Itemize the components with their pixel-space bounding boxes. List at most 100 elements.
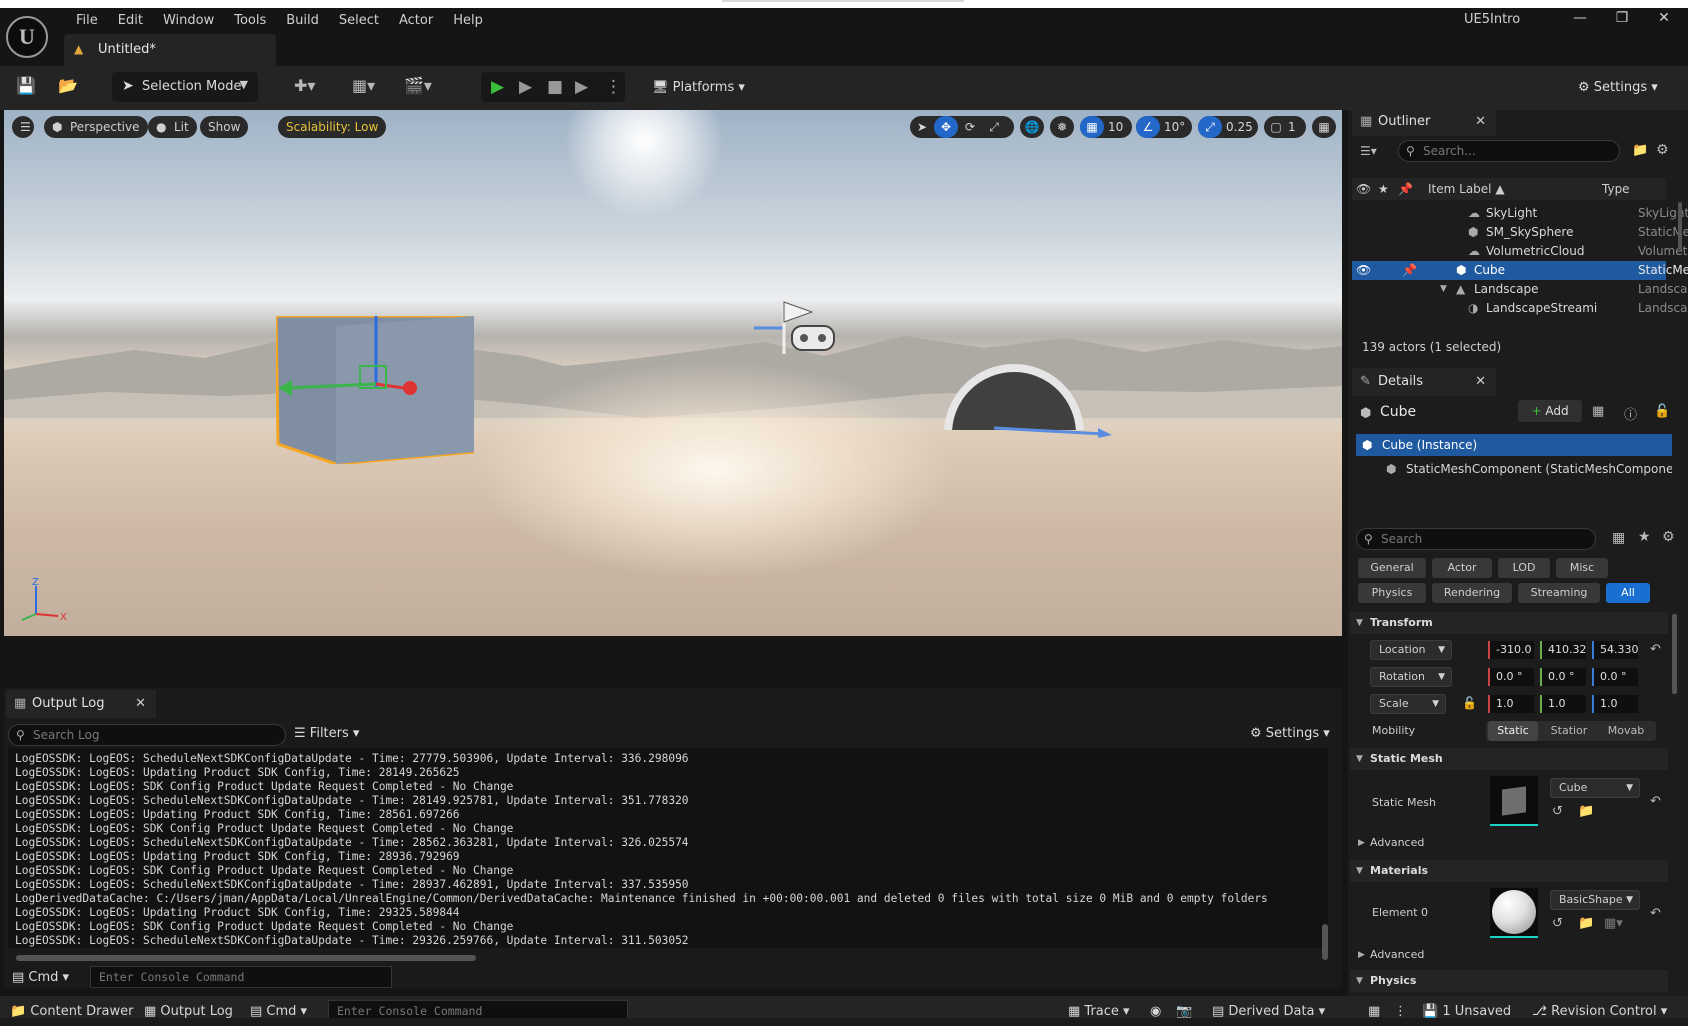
location-x-field[interactable]: -310.0 [1488,641,1534,659]
unreal-logo[interactable]: U [6,16,48,58]
component-row-selected[interactable]: ⬢ Cube (Instance) [1356,434,1672,456]
menu-tools[interactable]: Tools [224,11,276,31]
filters-button[interactable]: ☰ Filters ▾ [294,726,359,741]
selection-mode-dropdown[interactable]: ➤ Selection Mode ▼ [112,72,258,102]
menu-window[interactable]: Window [153,11,224,31]
materials-section[interactable]: ▼ Materials [1350,860,1668,882]
select-tool-icon[interactable]: ➤ [910,116,934,138]
browse-asset-icon[interactable]: 📁 [1578,804,1594,819]
close-tab-icon[interactable]: ✕ [1475,368,1486,396]
unsaved-button[interactable]: 💾 1 Unsaved [1422,1004,1511,1019]
scale-x-field[interactable]: 1.0 [1488,695,1534,713]
scale-snap[interactable]: ⤢ 0.25 [1198,116,1258,138]
scale-dropdown[interactable]: Scale ▼ [1370,694,1446,714]
expand-arrow-icon[interactable]: ▼ [1440,280,1447,299]
type-header[interactable]: Type [1602,178,1630,200]
status-cmd-selector[interactable]: ▤ Cmd ▾ [250,1004,307,1019]
output-log-button[interactable]: ▦ Output Log [144,1004,233,1019]
outliner-tab[interactable]: ▦ Outliner ✕ [1352,108,1496,136]
log-horizontal-scrollbar[interactable] [16,955,476,961]
outliner-row-selected[interactable]: 👁 📌 ⬢ Cube StaticMesh [1352,261,1688,280]
record-icon[interactable]: ◉ [1150,1004,1161,1019]
trace-button[interactable]: ▦ Trace ▾ [1068,1004,1130,1019]
add-actor-icon[interactable]: ✚▾ [294,76,315,95]
close-window-icon[interactable]: ✕ [1652,10,1676,30]
material-options-icon[interactable]: ▦▾ [1604,916,1623,931]
step-icon[interactable]: ▶ [519,77,532,97]
add-component-button[interactable]: + Add [1518,400,1582,422]
category-lod[interactable]: LOD [1498,558,1550,578]
cmd-selector[interactable]: ▤ Cmd ▾ [12,970,69,985]
level-viewport[interactable]: ☰ ⬢ Perspective ● Lit Show Scalability: Lo… [4,110,1342,636]
grid-snap[interactable]: ▦ 10 [1080,116,1132,138]
move-tool-icon[interactable]: ✥ [934,116,958,138]
menu-actor[interactable]: Actor [389,11,443,31]
static-mesh-section[interactable]: ▼ Static Mesh [1350,748,1668,770]
lock-icon[interactable]: 🔓 [1654,404,1670,419]
viewport-layout-icon[interactable]: ▦ [1312,116,1336,138]
screenshot-icon[interactable]: 📷 [1176,1004,1192,1019]
player-start-icon[interactable] [754,298,844,358]
log-settings-button[interactable]: ⚙ Settings ▾ [1250,726,1330,741]
reset-material-icon[interactable]: ↶ [1650,906,1661,921]
restore-icon[interactable]: ❐ [1610,10,1634,30]
outliner-row[interactable]: ☁ VolumetricCloud Volumetric [1352,242,1688,261]
category-general[interactable]: General [1358,558,1426,578]
rotation-x-field[interactable]: 0.0 ° [1488,668,1534,686]
perspective-button[interactable]: ⬢ Perspective [44,116,148,138]
level-tab[interactable]: ▲ Untitled* [64,34,276,66]
outliner-search-input[interactable]: ⚲ Search... [1398,140,1620,162]
lit-button[interactable]: ● Lit [148,116,197,138]
log-vertical-scrollbar[interactable] [1322,924,1328,960]
star-header-icon[interactable]: ★ [1378,178,1389,200]
location-z-field[interactable]: 54.330 [1592,641,1639,659]
use-selected-material-icon[interactable]: ↺ [1552,916,1563,931]
outliner-settings-icon[interactable]: ⚙ [1656,142,1669,158]
browse-icon[interactable]: 📂 [58,76,78,95]
details-settings-icon[interactable]: ⚙ [1662,529,1675,545]
static-mesh-thumbnail[interactable] [1490,776,1538,826]
transform-section[interactable]: ▼ Transform [1350,612,1668,634]
category-actor[interactable]: Actor [1432,558,1492,578]
location-dropdown[interactable]: Location ▼ [1370,640,1452,660]
pin-icon[interactable]: 📌 [1402,261,1417,280]
content-drawer-button[interactable]: 📁 Content Drawer [10,1004,133,1019]
static-mesh-dropdown[interactable]: Cube ▼ [1550,778,1640,798]
details-scrollbar[interactable] [1672,614,1677,694]
scale-tool-icon[interactable]: ⤢ [982,116,1006,138]
category-all[interactable]: All [1606,583,1650,603]
details-search-input[interactable]: ⚲ Search [1356,528,1596,550]
mobility-static[interactable]: Static [1488,721,1538,741]
item-label-header[interactable]: Item Label ▲ [1428,178,1505,200]
browse-material-icon[interactable]: 📁 [1578,916,1594,931]
category-streaming[interactable]: Streaming [1518,583,1600,603]
component-row[interactable]: ⬢ StaticMeshComponent (StaticMeshCompone… [1356,458,1672,480]
rotation-dropdown[interactable]: Rotation ▼ [1370,667,1452,687]
category-misc[interactable]: Misc [1556,558,1608,578]
advanced-static-mesh[interactable]: ▶ Advanced [1350,832,1668,854]
menu-build[interactable]: Build [276,11,329,31]
mobility-movable[interactable]: Movab [1600,721,1652,741]
use-selected-asset-icon[interactable]: ↺ [1552,804,1563,819]
source-control-grid-icon[interactable]: ▦ [1368,1004,1380,1019]
cube-actor[interactable] [276,316,474,464]
visibility-header-icon[interactable]: 👁 [1356,178,1371,200]
platforms-button[interactable]: 🖥 Platforms ▾ [652,80,745,95]
camera-speed[interactable]: ▢ 1 [1264,116,1306,138]
menu-edit[interactable]: Edit [108,11,153,31]
favorites-star-icon[interactable]: ★ [1638,529,1651,545]
visibility-icon[interactable]: 👁 [1356,261,1371,280]
show-button[interactable]: Show [200,116,249,138]
play-icon[interactable]: ▶ [491,77,504,97]
category-physics[interactable]: Physics [1358,583,1426,603]
mobility-stationary[interactable]: Statior [1542,721,1596,741]
eject-icon[interactable]: ▶ [575,77,588,97]
location-y-field[interactable]: 410.32 [1540,641,1587,659]
scalability-button[interactable]: Scalability: Low [278,116,387,138]
new-folder-icon[interactable]: 📁 [1632,143,1648,158]
settings-button[interactable]: ⚙ Settings ▾ [1578,80,1658,95]
physics-section[interactable]: ▼ Physics [1350,970,1668,992]
menu-select[interactable]: Select [329,11,389,31]
material-thumbnail[interactable] [1490,888,1538,938]
advanced-materials[interactable]: ▶ Advanced [1350,944,1668,966]
